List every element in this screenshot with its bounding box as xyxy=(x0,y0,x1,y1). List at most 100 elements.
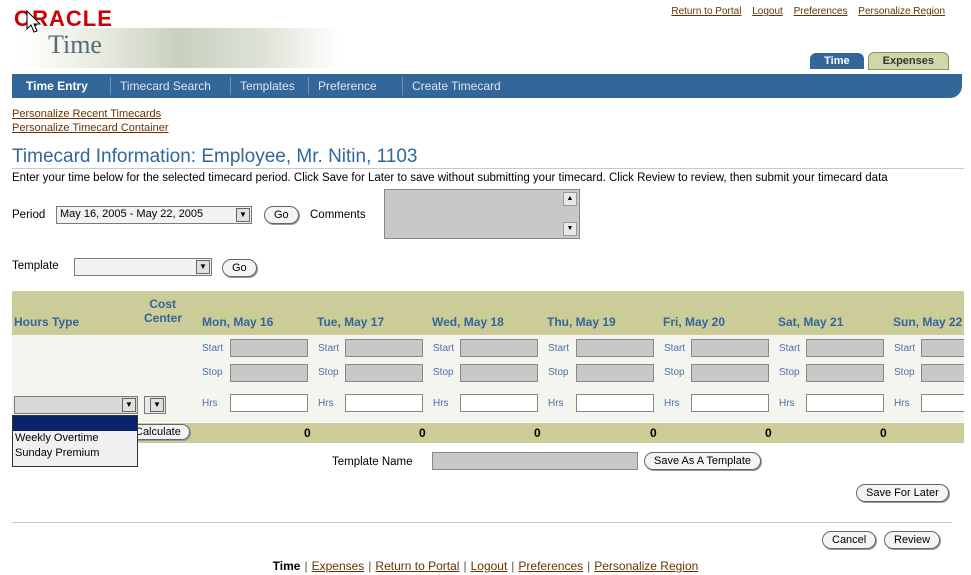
hrs-label: Hrs xyxy=(202,398,218,409)
app-name: Time xyxy=(48,30,102,59)
tab-time[interactable]: Time xyxy=(810,53,864,69)
subnav-separator xyxy=(110,77,111,95)
subnav-time-entry[interactable]: Time Entry xyxy=(26,79,88,93)
thu-start-field[interactable] xyxy=(576,339,654,357)
stop-label: Stop xyxy=(664,367,685,378)
subnav-preference[interactable]: Preference xyxy=(318,79,377,93)
template-select[interactable]: ▼ xyxy=(74,258,212,276)
footer-personalize-region-link[interactable]: Personalize Region xyxy=(594,559,698,573)
dropdown-option-weekly-overtime[interactable]: Weekly Overtime xyxy=(13,431,137,446)
template-label: Template xyxy=(12,260,59,272)
page-title: Timecard Information: Employee, Mr. Niti… xyxy=(12,146,418,167)
footer-preferences-link[interactable]: Preferences xyxy=(518,559,583,573)
mouse-cursor-icon xyxy=(26,10,42,33)
cancel-button[interactable]: Cancel xyxy=(822,531,877,549)
mon-hrs-field[interactable] xyxy=(230,394,308,412)
wed-start-field[interactable] xyxy=(460,339,538,357)
mon-start-field[interactable] xyxy=(230,339,308,357)
scroll-up-icon[interactable]: ▲ xyxy=(563,192,577,206)
sun-start-field[interactable] xyxy=(921,339,964,357)
cost-center-header: Cost Center xyxy=(144,297,183,325)
review-button[interactable]: Review xyxy=(884,531,941,549)
sun-stop-field[interactable] xyxy=(921,364,964,382)
subnav-separator xyxy=(402,77,403,95)
footer-logout-link[interactable]: Logout xyxy=(471,559,508,573)
day-header-wed: Wed, May 18 xyxy=(432,315,504,329)
period-select[interactable]: May 16, 2005 - May 22, 2005 ▼ xyxy=(56,206,252,224)
day-header-fri: Fri, May 20 xyxy=(663,315,726,329)
personalize-recent-timecards-link[interactable]: Personalize Recent Timecards xyxy=(12,108,161,120)
chevron-down-icon[interactable]: ▼ xyxy=(122,398,136,412)
dropdown-option-blank[interactable] xyxy=(13,416,137,431)
tab-expenses[interactable]: Expenses xyxy=(867,52,949,70)
start-label: Start xyxy=(894,343,916,354)
footer-separator: | xyxy=(511,559,515,573)
comments-textarea[interactable]: ▲ ▼ xyxy=(384,189,580,239)
save-as-template-button[interactable]: Save As A Template xyxy=(644,452,762,470)
hours-type-header: Hours Type xyxy=(14,315,80,329)
template-name-field[interactable] xyxy=(432,452,638,470)
chevron-down-icon[interactable]: ▼ xyxy=(196,260,210,274)
logout-link[interactable]: Logout xyxy=(752,6,783,17)
stop-label: Stop xyxy=(202,367,223,378)
subnav-timecard-search[interactable]: Timecard Search xyxy=(120,79,211,93)
chevron-down-icon[interactable]: ▼ xyxy=(150,398,164,412)
footer-time-link[interactable]: Time xyxy=(273,559,301,573)
wed-hrs-field[interactable] xyxy=(460,394,538,412)
period-go-button[interactable]: Go xyxy=(264,206,299,224)
day-header-sat: Sat, May 21 xyxy=(778,315,844,329)
fri-start-field[interactable] xyxy=(691,339,769,357)
top-tabs: Time Expenses xyxy=(806,52,949,70)
period-label: Period xyxy=(12,209,46,221)
fri-hrs-field[interactable] xyxy=(691,394,769,412)
day-header-sun: Sun, May 22 xyxy=(893,315,963,329)
hrs-label: Hrs xyxy=(318,398,334,409)
footer-separator: | xyxy=(463,559,467,573)
total-sat: 0 xyxy=(880,426,887,440)
stop-label: Stop xyxy=(548,367,569,378)
sat-hrs-field[interactable] xyxy=(806,394,884,412)
start-label: Start xyxy=(433,343,455,354)
template-go-button[interactable]: Go xyxy=(222,259,257,277)
mon-stop-field[interactable] xyxy=(230,364,308,382)
personalize-timecard-container-link[interactable]: Personalize Timecard Container xyxy=(12,122,169,134)
footer-links: Time | Expenses | Return to Portal | Logout | Pr… xyxy=(0,559,971,573)
stop-label: Stop xyxy=(318,367,339,378)
cost-center-select[interactable]: ▼ xyxy=(144,396,166,414)
total-wed: 0 xyxy=(534,426,541,440)
footer-return-to-portal-link[interactable]: Return to Portal xyxy=(375,559,459,573)
timecard-table-header: Hours Type Cost Center Mon, May 16 Tue, … xyxy=(12,291,964,335)
footer-separator: | xyxy=(368,559,372,573)
chevron-down-icon[interactable]: ▼ xyxy=(236,208,250,222)
start-label: Start xyxy=(202,343,224,354)
thu-hrs-field[interactable] xyxy=(576,394,654,412)
total-fri: 0 xyxy=(765,426,772,440)
tue-stop-field[interactable] xyxy=(345,364,423,382)
fri-stop-field[interactable] xyxy=(691,364,769,382)
hrs-label: Hrs xyxy=(548,398,564,409)
personalize-region-link[interactable]: Personalize Region xyxy=(858,6,945,17)
thu-stop-field[interactable] xyxy=(576,364,654,382)
hours-type-dropdown-list: Weekly Overtime Sunday Premium xyxy=(12,415,138,467)
sat-stop-field[interactable] xyxy=(806,364,884,382)
subnav-separator xyxy=(308,77,309,95)
start-label: Start xyxy=(548,343,570,354)
sat-start-field[interactable] xyxy=(806,339,884,357)
tue-start-field[interactable] xyxy=(345,339,423,357)
period-select-value: May 16, 2005 - May 22, 2005 xyxy=(60,208,204,220)
hours-type-select[interactable]: ▼ xyxy=(14,396,138,414)
return-to-portal-link[interactable]: Return to Portal xyxy=(671,6,741,17)
wed-stop-field[interactable] xyxy=(460,364,538,382)
stop-label: Stop xyxy=(894,367,915,378)
sun-hrs-field[interactable] xyxy=(921,394,964,412)
save-for-later-button[interactable]: Save For Later xyxy=(856,484,949,502)
total-tue: 0 xyxy=(419,426,426,440)
preferences-link[interactable]: Preferences xyxy=(794,6,848,17)
scroll-down-icon[interactable]: ▼ xyxy=(563,222,577,236)
footer-expenses-link[interactable]: Expenses xyxy=(312,559,365,573)
dropdown-option-sunday-premium[interactable]: Sunday Premium xyxy=(13,446,137,461)
subnav-create-timecard[interactable]: Create Timecard xyxy=(412,79,501,93)
subnav-templates[interactable]: Templates xyxy=(240,79,295,93)
tue-hrs-field[interactable] xyxy=(345,394,423,412)
stop-label: Stop xyxy=(433,367,454,378)
